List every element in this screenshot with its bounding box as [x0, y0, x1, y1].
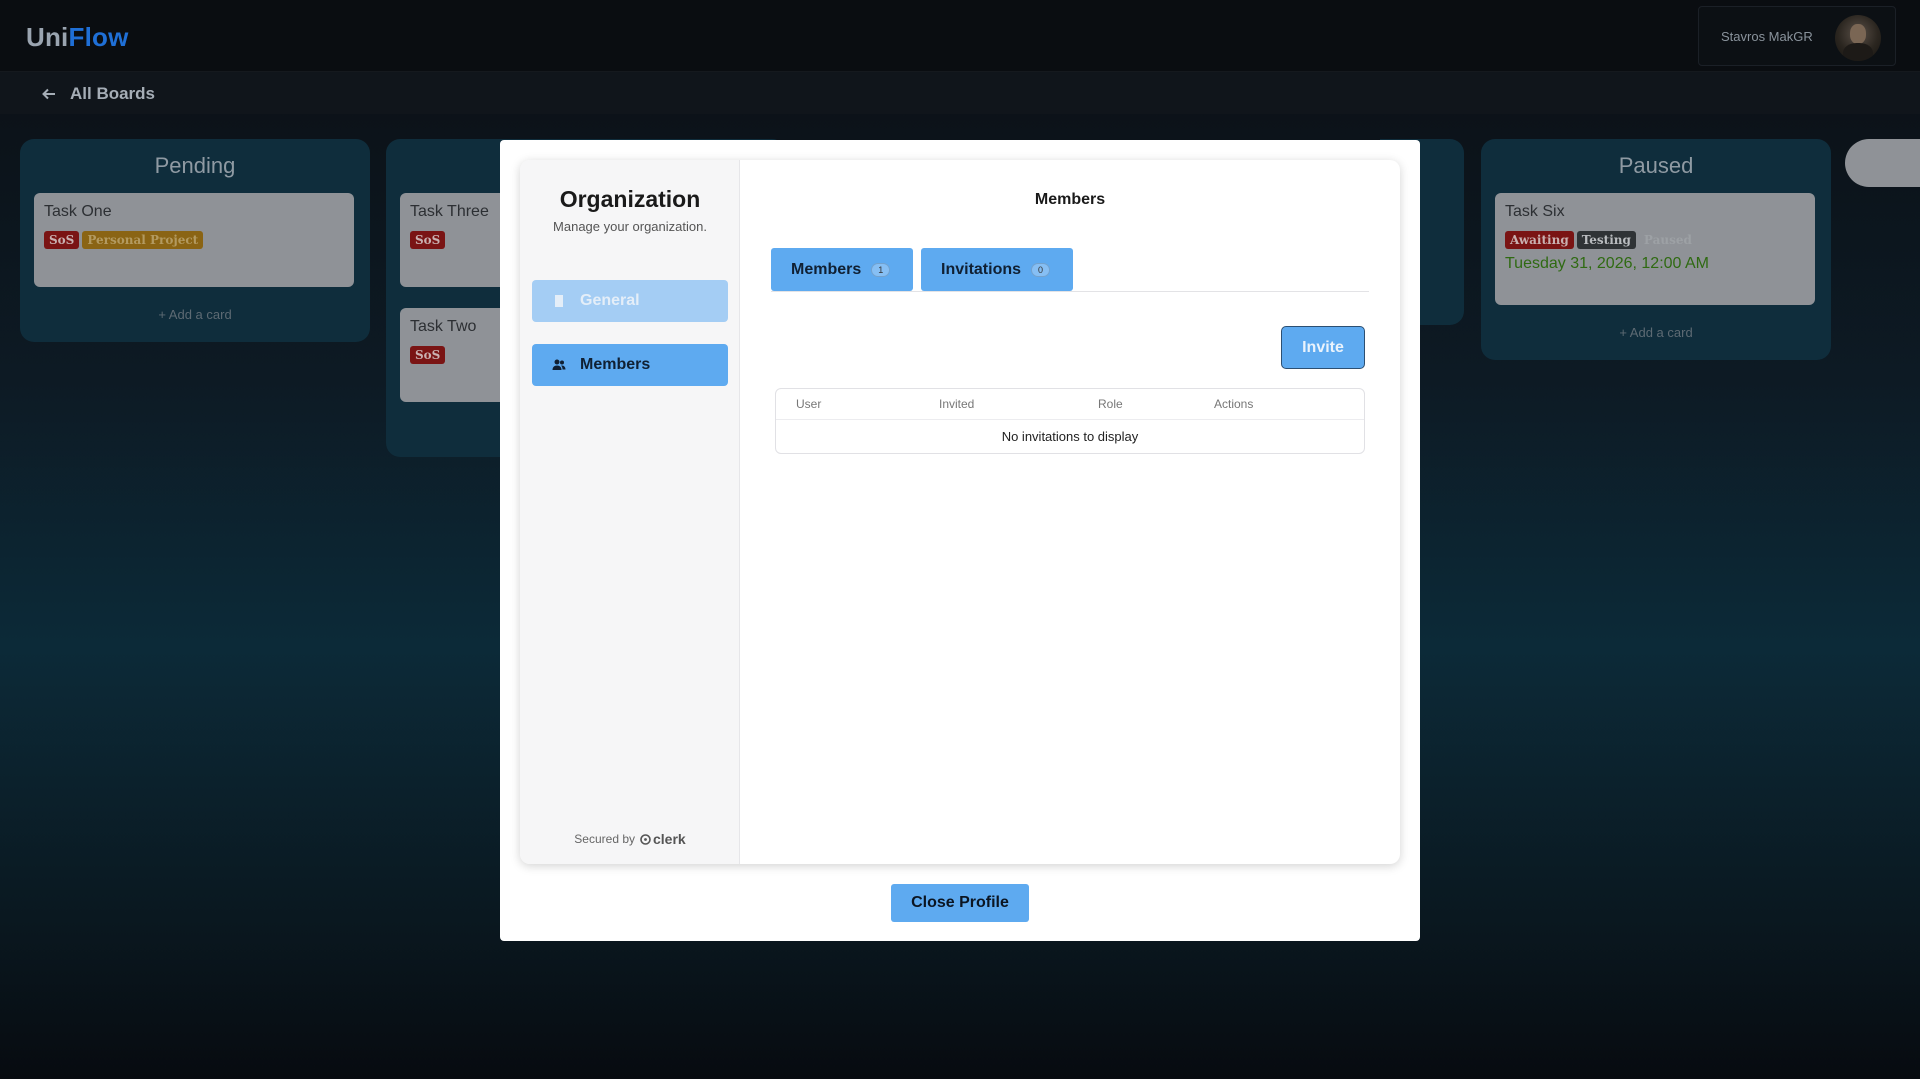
invite-button[interactable]: Invite — [1281, 326, 1365, 369]
app-logo[interactable]: UniFlow — [26, 22, 129, 53]
card-due-date: Tuesday 31, 2026, 12:00 AM — [1505, 255, 1709, 272]
org-title: Organization — [559, 186, 701, 212]
arrow-left-icon — [42, 88, 55, 100]
card-tags: Awaiting Testing Paused — [1505, 231, 1700, 249]
empty-state-text: No invitations to display — [1001, 429, 1139, 444]
all-boards-link[interactable]: All Boards — [42, 84, 155, 104]
card-title: Task Six — [1505, 203, 1565, 220]
board-column-paused: Paused Task Six Awaiting Testing Paused Tu… — [1481, 139, 1831, 360]
tag: Personal Project — [82, 231, 204, 249]
column-header-actions: Actions — [1214, 397, 1254, 411]
logo-uni: Uni — [26, 22, 69, 52]
card-tags: SoS Personal Project — [44, 231, 206, 249]
avatar-body — [1843, 43, 1873, 61]
card-title: Task Two — [410, 318, 477, 335]
column-title: Pending — [154, 153, 236, 178]
avatar-face — [1850, 24, 1866, 44]
table-divider — [776, 419, 1364, 420]
user-name: Stavros MakGR — [1721, 29, 1813, 44]
secured-by-label: Secured by — [574, 832, 635, 846]
avatar[interactable] — [1835, 15, 1881, 61]
column-header-role: Role — [1098, 397, 1123, 411]
close-profile-button[interactable]: Close Profile — [891, 884, 1029, 922]
organization-profile-panel: Organization Manage your organization. G… — [520, 160, 1400, 864]
add-card-button[interactable]: + Add a card — [20, 307, 370, 322]
add-card-button[interactable]: + Add a card — [1481, 325, 1831, 340]
tag: Testing — [1576, 231, 1636, 249]
count-badge: 1 — [871, 262, 891, 277]
members-page: Members Members 1 Invitations 0 Invite U… — [740, 160, 1400, 864]
nav-item-label: Members — [580, 356, 651, 373]
tab-divider — [771, 291, 1369, 292]
tag: SoS — [410, 346, 446, 364]
all-boards-label: All Boards — [70, 84, 156, 103]
column-title: Paused — [1618, 153, 1694, 178]
secured-by-clerk[interactable]: Secured by clerk — [520, 831, 740, 847]
card-tags: SoS — [410, 346, 448, 364]
tab-invitations[interactable]: Invitations 0 — [921, 248, 1073, 291]
tag: Paused — [1643, 233, 1692, 247]
app-header: UniFlow Stavros MakGR — [0, 0, 1920, 72]
card-title: Task Three — [410, 203, 489, 220]
column-header-invited: Invited — [939, 397, 975, 411]
clerk-icon — [640, 833, 651, 845]
organization-modal: Organization Manage your organization. G… — [500, 140, 1420, 941]
board-subbar: All Boards — [0, 72, 1920, 114]
logo-flow: Flow — [68, 22, 129, 52]
add-column-button[interactable] — [1845, 139, 1920, 187]
clerk-logo: clerk — [640, 831, 686, 847]
tab-label: Invitations — [941, 260, 1022, 278]
board-column-pending: Pending Task One SoS Personal Project + A… — [20, 139, 370, 342]
org-subtitle: Manage your organization. — [553, 219, 707, 234]
column-header-user: User — [796, 397, 822, 411]
count-badge: 0 — [1031, 262, 1051, 277]
clerk-brand: clerk — [653, 831, 686, 847]
card-tags: SoS — [410, 231, 448, 249]
page-title: Members — [1034, 191, 1106, 208]
tag: SoS — [44, 231, 80, 249]
nav-item-label: General — [580, 292, 640, 309]
tab-members[interactable]: Members 1 — [771, 248, 913, 291]
tag: SoS — [410, 231, 446, 249]
user-menu[interactable]: Stavros MakGR — [1698, 6, 1896, 66]
nav-item-general[interactable]: General — [532, 280, 728, 322]
building-icon — [555, 295, 563, 307]
invitations-table: User Invited Role Actions No invitations… — [775, 388, 1365, 454]
card-title: Task One — [44, 203, 112, 220]
org-sidebar: Organization Manage your organization. G… — [520, 160, 740, 864]
task-card[interactable]: Task Six Awaiting Testing Paused Tuesday 3… — [1495, 193, 1815, 305]
tab-label: Members — [791, 260, 862, 278]
task-card[interactable]: Task One SoS Personal Project — [34, 193, 354, 287]
nav-item-members[interactable]: Members — [532, 344, 728, 386]
users-icon — [552, 359, 566, 370]
tag: Awaiting — [1505, 231, 1574, 249]
